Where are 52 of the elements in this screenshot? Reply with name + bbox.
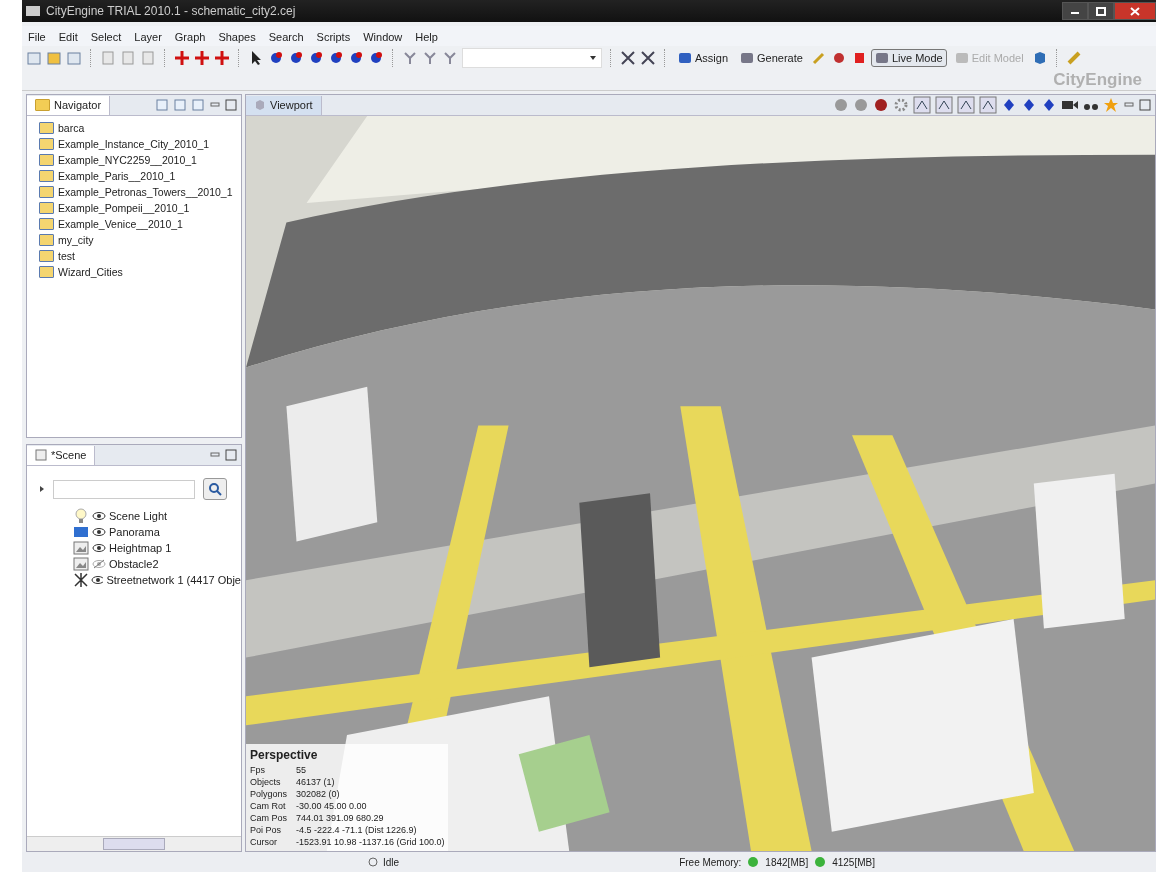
menu-item[interactable]: Layer — [134, 31, 162, 43]
project-item[interactable]: barca — [39, 120, 241, 136]
stat-label: Objects — [250, 776, 282, 788]
stat-value: -4.5 -222.4 -71.1 (Dist 1226.9) — [296, 824, 417, 836]
project-item[interactable]: test — [39, 248, 241, 264]
stat-value: -30.00 45.00 0.00 — [296, 800, 367, 812]
memory-value: 1842[MB] — [765, 856, 809, 868]
window-title: CityEngine TRIAL 2010.1 - schematic_city2.cej — [46, 4, 296, 18]
menu-item[interactable]: Select — [90, 31, 122, 43]
stat-value: 46137 (1) — [296, 776, 335, 788]
menu-item[interactable]: Scripts — [316, 31, 351, 43]
stat-label: Cam Rot — [250, 800, 287, 812]
menu-item[interactable]: Window — [363, 31, 403, 43]
stat-label: Poi Pos — [250, 824, 283, 836]
panel-tab[interactable]: *Scene — [27, 445, 96, 465]
stat-value: 55 — [296, 764, 306, 776]
stat-value: -1523.91 10.98 -1137.16 (Grid 100.0) — [296, 836, 445, 848]
panel-tab[interactable]: Navigator — [27, 95, 111, 115]
project-item[interactable]: Example_Paris__2010_1 — [39, 168, 241, 184]
stat-value: 744.01 391.09 680.29 — [296, 812, 384, 824]
project-item[interactable]: Example_Pompeii__2010_1 — [39, 200, 241, 216]
panel-tab[interactable]: Viewport — [246, 95, 322, 115]
project-item[interactable]: Example_Venice__2010_1 — [39, 216, 241, 232]
status-text: Idle — [383, 856, 400, 868]
stat-label: Fps — [250, 764, 266, 776]
scene-item[interactable]: Streetnetwork 1 (4417 Obje — [73, 572, 241, 588]
project-item[interactable]: my_city — [39, 232, 241, 248]
project-item[interactable]: Example_Instance_City_2010_1 — [39, 136, 241, 152]
scene-item[interactable]: Panorama — [73, 524, 241, 540]
stat-label: Cursor — [250, 836, 278, 848]
toolbar-button[interactable]: Assign — [674, 49, 733, 67]
stat-label: Cam Pos — [250, 812, 288, 824]
stats-title: Perspective — [250, 748, 319, 762]
project-item[interactable]: Wizard_Cities — [39, 264, 241, 280]
menu-item[interactable]: Graph — [174, 31, 206, 43]
project-item[interactable]: Example_Petronas_Towers__2010_1 — [39, 184, 241, 200]
menu-item[interactable]: Search — [268, 31, 304, 43]
memory-label: Free Memory: — [679, 856, 742, 868]
scene-item[interactable]: Obstacle2 — [73, 556, 241, 572]
project-item[interactable]: Example_NYC2259__2010_1 — [39, 152, 241, 168]
scene-item[interactable]: Scene Light — [73, 508, 241, 524]
toolbar-button[interactable]: Generate — [736, 49, 807, 67]
menu-item[interactable]: Help — [415, 31, 438, 43]
menu-item[interactable]: Edit — [58, 31, 78, 43]
brand-logo: CityEngine — [1053, 70, 1142, 90]
memory-value: 4125[MB] — [832, 856, 875, 868]
stat-value: 302082 (0) — [296, 788, 340, 800]
scene-item[interactable]: Heightmap 1 — [73, 540, 241, 556]
stat-label: Polygons — [250, 788, 289, 800]
menu-item[interactable]: Shapes — [218, 31, 256, 43]
toolbar-button[interactable]: Live Mode — [870, 49, 947, 67]
menu-item[interactable]: File — [28, 31, 46, 43]
